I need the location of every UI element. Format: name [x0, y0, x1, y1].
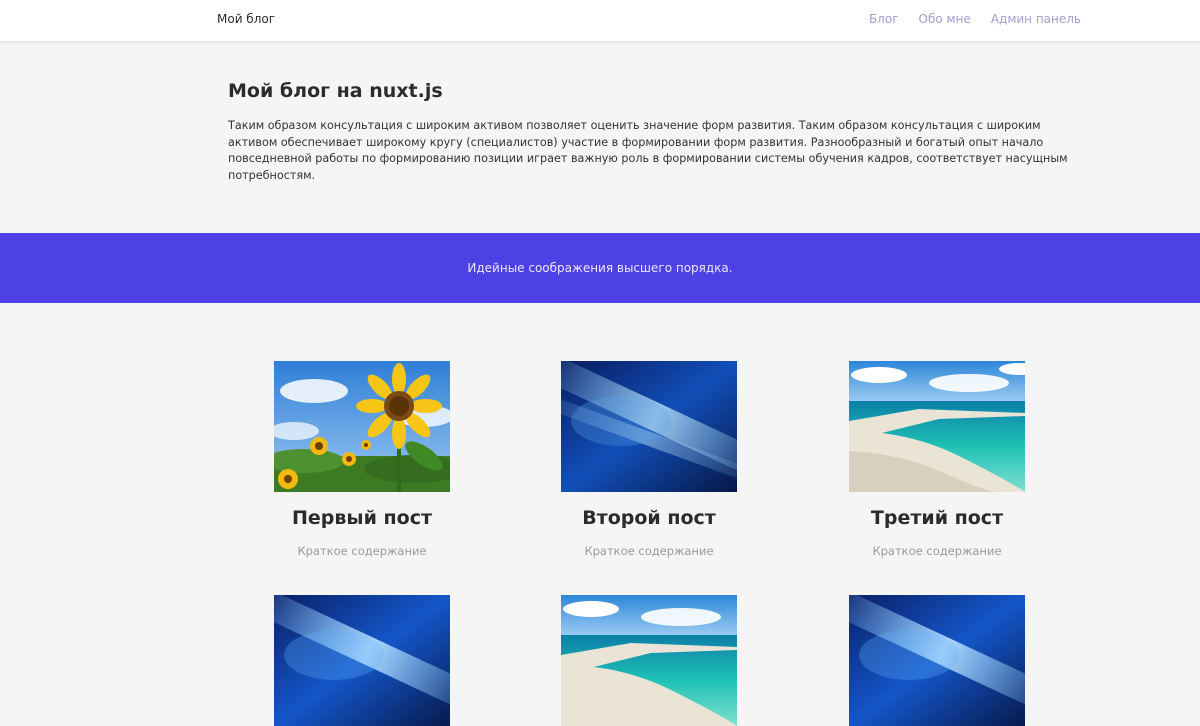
post-card[interactable]	[274, 595, 450, 726]
blue-abstract-photo[interactable]	[274, 595, 450, 726]
post-title[interactable]: Первый пост	[234, 507, 490, 529]
post-card[interactable]: Третий пост Краткое содержание	[849, 361, 1025, 558]
blue-abstract-photo[interactable]	[849, 595, 1025, 726]
nav-link-blog[interactable]: Блог	[869, 12, 899, 26]
beach-photo[interactable]	[561, 595, 737, 726]
post-card[interactable]: Первый пост Краткое содержание	[274, 361, 450, 558]
top-navbar: Мой блог Блог Обо мне Админ панель	[0, 0, 1200, 41]
post-card[interactable]: Второй пост Краткое содержание	[561, 361, 737, 558]
post-excerpt: Краткое содержание	[584, 544, 714, 558]
post-title[interactable]: Третий пост	[809, 507, 1065, 529]
intro-section: Мой блог на nuxt.js Таким образом консул…	[228, 80, 1068, 184]
post-excerpt: Краткое содержание	[297, 544, 427, 558]
beach-photo[interactable]	[849, 361, 1025, 492]
page-title: Мой блог на nuxt.js	[228, 80, 443, 102]
post-title[interactable]: Второй пост	[521, 507, 777, 529]
intro-text: Таким образом консультация с широким акт…	[228, 119, 1068, 182]
nav-link-about[interactable]: Обо мне	[919, 12, 971, 26]
banner-text: Идейные соображения высшего порядка.	[467, 261, 733, 275]
main-nav: Блог Обо мне Админ панель	[869, 12, 1081, 26]
post-card[interactable]	[561, 595, 737, 726]
post-excerpt: Краткое содержание	[872, 544, 1002, 558]
post-card[interactable]	[849, 595, 1025, 726]
sunflower-photo[interactable]	[274, 361, 450, 492]
blue-abstract-photo[interactable]	[561, 361, 737, 492]
nav-link-admin[interactable]: Админ панель	[991, 12, 1081, 26]
brand-link[interactable]: Мой блог	[217, 12, 275, 26]
promo-banner: Идейные соображения высшего порядка.	[0, 233, 1200, 303]
